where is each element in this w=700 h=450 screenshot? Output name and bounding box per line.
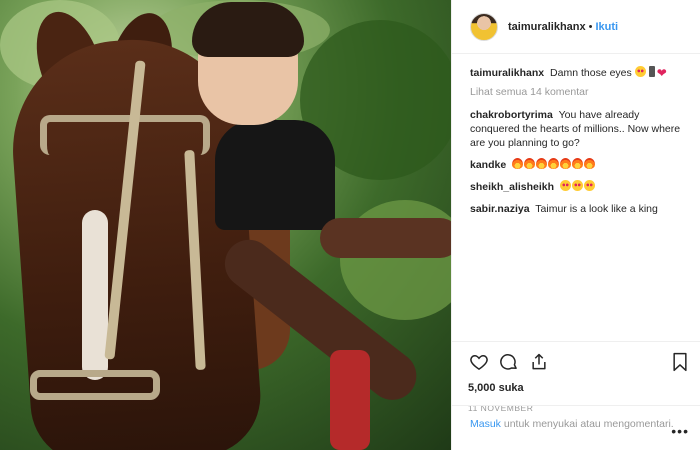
comment-username[interactable]: sheikh_alisheikh: [470, 181, 554, 193]
comment-username[interactable]: kandke: [470, 159, 506, 171]
action-icons: [468, 350, 691, 374]
view-all-comments-link[interactable]: Lihat semua 14 komentar: [470, 86, 686, 98]
list-item: sabir.naziya Taimur is a look like a kin…: [470, 202, 686, 216]
more-options-icon[interactable]: •••: [671, 424, 689, 438]
child-hair: [192, 2, 304, 57]
phone-emoji-icon: [648, 66, 655, 77]
login-link[interactable]: Masuk: [470, 418, 501, 430]
fire-emoji-icon: [524, 158, 536, 169]
avatar[interactable]: [470, 12, 498, 41]
share-upload-icon[interactable]: [528, 351, 550, 373]
caption: taimuralikhanx Damn those eyes ❤: [470, 66, 686, 80]
comment-username[interactable]: chakrobortyrima: [470, 109, 553, 121]
post-side-panel: taimuralikhanx • Ikuti taimuralikhanx Da…: [451, 0, 700, 450]
heart-eyes-emoji-icon: [559, 180, 571, 191]
horse-bridle: [40, 115, 210, 155]
likes-count[interactable]: 5,000 suka: [468, 382, 691, 394]
list-item: chakrobortyrima You have already conquer…: [470, 108, 686, 150]
heart-eyes-emoji-icon: [583, 180, 595, 191]
comments-list: taimuralikhanx Damn those eyes ❤ Lihat s…: [452, 54, 700, 341]
follow-button[interactable]: Ikuti: [596, 21, 619, 33]
post-actions: 5,000 suka 11 NOVEMBER: [452, 341, 700, 413]
fire-emoji-icon: [584, 158, 596, 169]
fire-emoji-icon: [572, 158, 584, 169]
red-heart-emoji-icon: ❤: [656, 66, 667, 80]
child-shirt: [215, 120, 335, 230]
separator-dot: •: [588, 20, 593, 33]
heart-eyes-emoji-icon: [634, 66, 646, 77]
heart-outline-icon[interactable]: [468, 351, 490, 373]
comment-bubble-icon[interactable]: [498, 351, 520, 373]
saddle-cloth: [330, 350, 370, 450]
list-item: sheikh_alisheikh: [470, 180, 686, 194]
post-photo[interactable]: [0, 0, 451, 450]
comment-text: Taimur is a look like a king: [535, 203, 658, 215]
login-prompt: Masuk untuk menyukai atau mengomentari. …: [452, 405, 700, 438]
fire-emoji-icon: [560, 158, 572, 169]
caption-username[interactable]: taimuralikhanx: [470, 67, 544, 79]
fire-emoji-icon: [548, 158, 560, 169]
horse-bridle: [30, 370, 160, 400]
comment-emojis: [512, 158, 596, 171]
caption-text: Damn those eyes: [550, 67, 632, 79]
comment-emojis: [559, 180, 596, 193]
list-item: kandke: [470, 158, 686, 172]
post-username[interactable]: taimuralikhanx: [508, 21, 586, 33]
fire-emoji-icon: [512, 158, 524, 169]
login-prompt-text: untuk menyukai atau mengomentari.: [500, 418, 674, 430]
adult-arm: [320, 218, 451, 258]
comment-username[interactable]: sabir.naziya: [470, 203, 530, 215]
fire-emoji-icon: [536, 158, 548, 169]
post-header: taimuralikhanx • Ikuti: [452, 0, 700, 54]
heart-eyes-emoji-icon: [571, 180, 583, 191]
bookmark-icon[interactable]: [669, 351, 691, 373]
